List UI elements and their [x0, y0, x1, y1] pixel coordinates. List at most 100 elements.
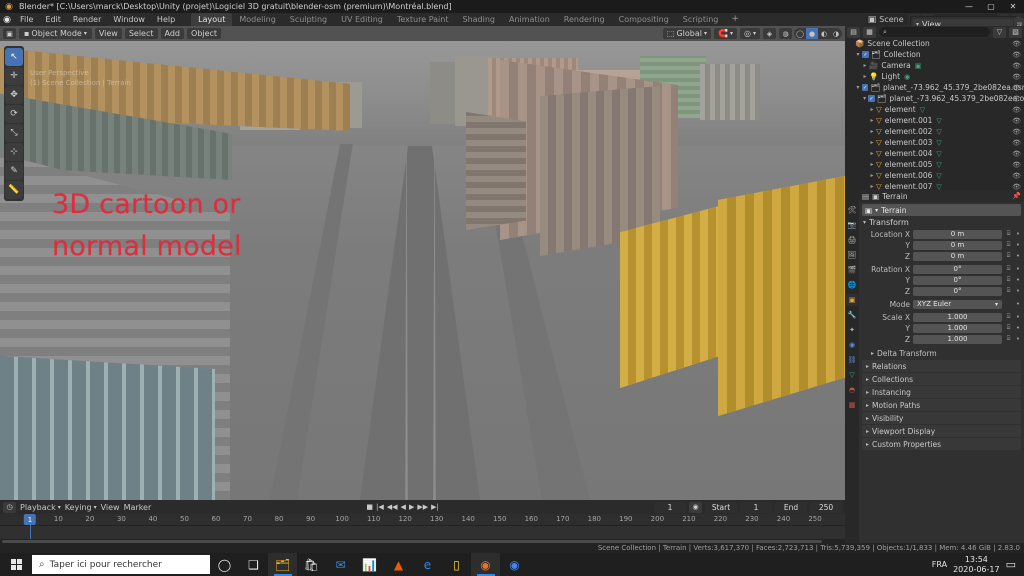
sticky-notes-icon[interactable]: ▯ — [442, 553, 471, 576]
outliner-row[interactable]: ▸▽element.005▽👁 — [845, 159, 1024, 170]
workspace-tab-layout[interactable]: Layout — [191, 13, 232, 26]
data-block-icon[interactable]: ▽ — [936, 128, 941, 136]
rotation-mode-dropdown[interactable]: XYZ Euler ▾ — [913, 300, 1002, 309]
snapping-toggle[interactable]: 🧲▾ — [714, 28, 737, 39]
animate-dot-icon[interactable]: • — [1015, 241, 1021, 249]
jump-to-start-button[interactable]: |◀ — [375, 503, 385, 511]
outliner-search-input[interactable]: ⌕ — [879, 27, 990, 37]
taskbar-search-input[interactable]: ⌕ Taper ici pour rechercher — [32, 555, 210, 574]
outliner-row[interactable]: ▸🎥Camera▣👁 — [845, 60, 1024, 71]
windows-start-icon[interactable] — [0, 553, 32, 576]
tweak-tool-icon[interactable]: ↖ — [5, 48, 23, 66]
visibility-eye-icon[interactable]: 👁 — [1012, 95, 1021, 103]
timeline-icon[interactable]: ◷ — [3, 502, 16, 513]
visibility-eye-icon[interactable]: 👁 — [1012, 161, 1021, 169]
workspace-tab-shading[interactable]: Shading — [455, 13, 502, 26]
next-keyframe-button[interactable]: ▶▶ — [416, 503, 429, 511]
rotation-x-field[interactable]: 0° — [913, 265, 1002, 274]
properties-tab-constraints[interactable]: ⛓ — [846, 354, 858, 366]
properties-tab-texture[interactable]: ▩ — [846, 399, 858, 411]
notification-icon[interactable]: ▭ — [1006, 558, 1016, 571]
breadcrumb-editor-icon[interactable]: ▤ — [862, 192, 869, 201]
expand-arrow-icon[interactable]: ▸ — [868, 150, 876, 157]
properties-tab-output[interactable]: 🖨 — [846, 234, 858, 246]
timeline-menu-marker[interactable]: Marker — [124, 503, 152, 512]
visibility-eye-icon[interactable]: 👁 — [1012, 139, 1021, 147]
mail-icon[interactable]: ✉ — [326, 553, 355, 576]
properties-tab-particles[interactable]: ✦ — [846, 324, 858, 336]
scale-y-field[interactable]: 1.000 — [913, 324, 1002, 333]
3d-viewport[interactable]: ▣ ▪ Object Mode ▾ View Select Add Object… — [0, 26, 845, 500]
properties-tab-modifier[interactable]: 🔧 — [846, 309, 858, 321]
blender-logo-icon[interactable]: ◉ — [0, 14, 14, 26]
timeline-playhead-label[interactable]: 1 — [24, 514, 36, 525]
measure-tool-icon[interactable]: 📏 — [5, 181, 23, 199]
outliner-row[interactable]: 📦Scene Collection👁 — [845, 38, 1024, 49]
animate-dot-icon[interactable]: • — [1015, 252, 1021, 260]
data-block-icon[interactable]: ◉ — [904, 73, 910, 81]
expand-arrow-icon[interactable]: ▸ — [868, 161, 876, 168]
editor-type-icon[interactable]: ▣ — [3, 28, 16, 39]
properties-tab-tool[interactable]: 🛠 — [846, 204, 858, 216]
outliner-row[interactable]: ▸▽element.001▽👁 — [845, 115, 1024, 126]
workspace-tab-animation[interactable]: Animation — [502, 13, 557, 26]
outliner-row[interactable]: ▾✓🗂planet_-73.962_45.379_2be082ea.osm👁 — [845, 93, 1024, 104]
menu-help[interactable]: Help — [151, 13, 181, 26]
shading-solid-button[interactable]: ● — [806, 28, 818, 39]
delta-transform-subsection[interactable]: ▸ Delta Transform — [859, 348, 1024, 359]
outliner-row[interactable]: ▸▽element▽👁 — [845, 104, 1024, 115]
data-block-icon[interactable]: ▽ — [920, 106, 925, 114]
exclude-checkbox[interactable]: ✓ — [862, 84, 869, 91]
menu-render[interactable]: Render — [67, 13, 107, 26]
lock-icon[interactable]: ⌸ — [1005, 252, 1012, 260]
outliner-row[interactable]: ▾✓🗂Collection👁 — [845, 49, 1024, 60]
clock[interactable]: 13:54 2020-06-17 — [953, 555, 1000, 575]
rotation-z-field[interactable]: 0° — [913, 287, 1002, 296]
lock-icon[interactable]: ⌸ — [1005, 276, 1012, 284]
expand-arrow-icon[interactable]: ▾ — [854, 84, 862, 91]
expand-arrow-icon[interactable]: ▸ — [868, 172, 876, 179]
visibility-eye-icon[interactable]: 👁 — [1012, 62, 1021, 70]
outliner-row[interactable]: ▸▽element.004▽👁 — [845, 148, 1024, 159]
shading-wireframe-button[interactable]: ◯ — [794, 28, 806, 39]
data-block-icon[interactable]: ▽ — [936, 117, 941, 125]
timeline-menu-keying[interactable]: Keying▾ — [65, 503, 97, 512]
properties-section-custom-properties[interactable]: ▸Custom Properties — [862, 438, 1021, 450]
visibility-eye-icon[interactable]: 👁 — [1012, 84, 1021, 92]
visibility-eye-icon[interactable]: 👁 — [1012, 117, 1021, 125]
rotation-y-field[interactable]: 0° — [913, 276, 1002, 285]
properties-tab-object[interactable]: ▣ — [846, 294, 858, 306]
viewport-menu-view[interactable]: View — [95, 28, 122, 39]
outliner-options-icon[interactable]: ▧ — [1009, 27, 1022, 38]
outliner-row[interactable]: ▸▽element.003▽👁 — [845, 137, 1024, 148]
auto-keying-icon[interactable]: ◉ — [689, 502, 702, 513]
visibility-eye-icon[interactable]: 👁 — [1012, 150, 1021, 158]
outliner-row[interactable]: ▸💡Light◉👁 — [845, 71, 1024, 82]
location-x-field[interactable]: 0 m — [913, 230, 1002, 239]
jump-to-end-button[interactable]: ▶| — [430, 503, 440, 511]
data-block-icon[interactable]: ▽ — [936, 161, 941, 169]
viewport-menu-select[interactable]: Select — [125, 28, 158, 39]
animate-dot-icon[interactable]: • — [1015, 265, 1021, 273]
workspace-tab-texture-paint[interactable]: Texture Paint — [390, 13, 456, 26]
properties-section-motion-paths[interactable]: ▸Motion Paths — [862, 399, 1021, 411]
data-block-icon[interactable]: ▽ — [936, 172, 941, 180]
visibility-eye-icon[interactable]: 👁 — [1012, 128, 1021, 136]
visibility-eye-icon[interactable]: 👁 — [1012, 40, 1021, 48]
expand-arrow-icon[interactable]: ▸ — [868, 128, 876, 135]
animate-dot-icon[interactable]: • — [1015, 230, 1021, 238]
animate-dot-icon[interactable]: • — [1015, 276, 1021, 284]
properties-section-visibility[interactable]: ▸Visibility — [862, 412, 1021, 424]
timeline-menu-playback[interactable]: Playback▾ — [20, 503, 61, 512]
edge-icon[interactable]: e — [413, 553, 442, 576]
start-frame-field[interactable]: 1 — [740, 502, 772, 513]
interaction-mode-selector[interactable]: ▪ Object Mode ▾ — [19, 28, 92, 39]
workspace-tab-rendering[interactable]: Rendering — [557, 13, 612, 26]
workspace-tab-uv-editing[interactable]: UV Editing — [334, 13, 390, 26]
expand-arrow-icon[interactable]: ▸ — [868, 106, 876, 113]
scale-x-field[interactable]: 1.000 — [913, 313, 1002, 322]
lock-icon[interactable]: ⌸ — [1005, 335, 1012, 343]
exclude-checkbox[interactable]: ✓ — [862, 51, 869, 58]
viewport-menu-add[interactable]: Add — [161, 28, 185, 39]
proportional-editing-toggle[interactable]: ◎▾ — [740, 28, 760, 39]
